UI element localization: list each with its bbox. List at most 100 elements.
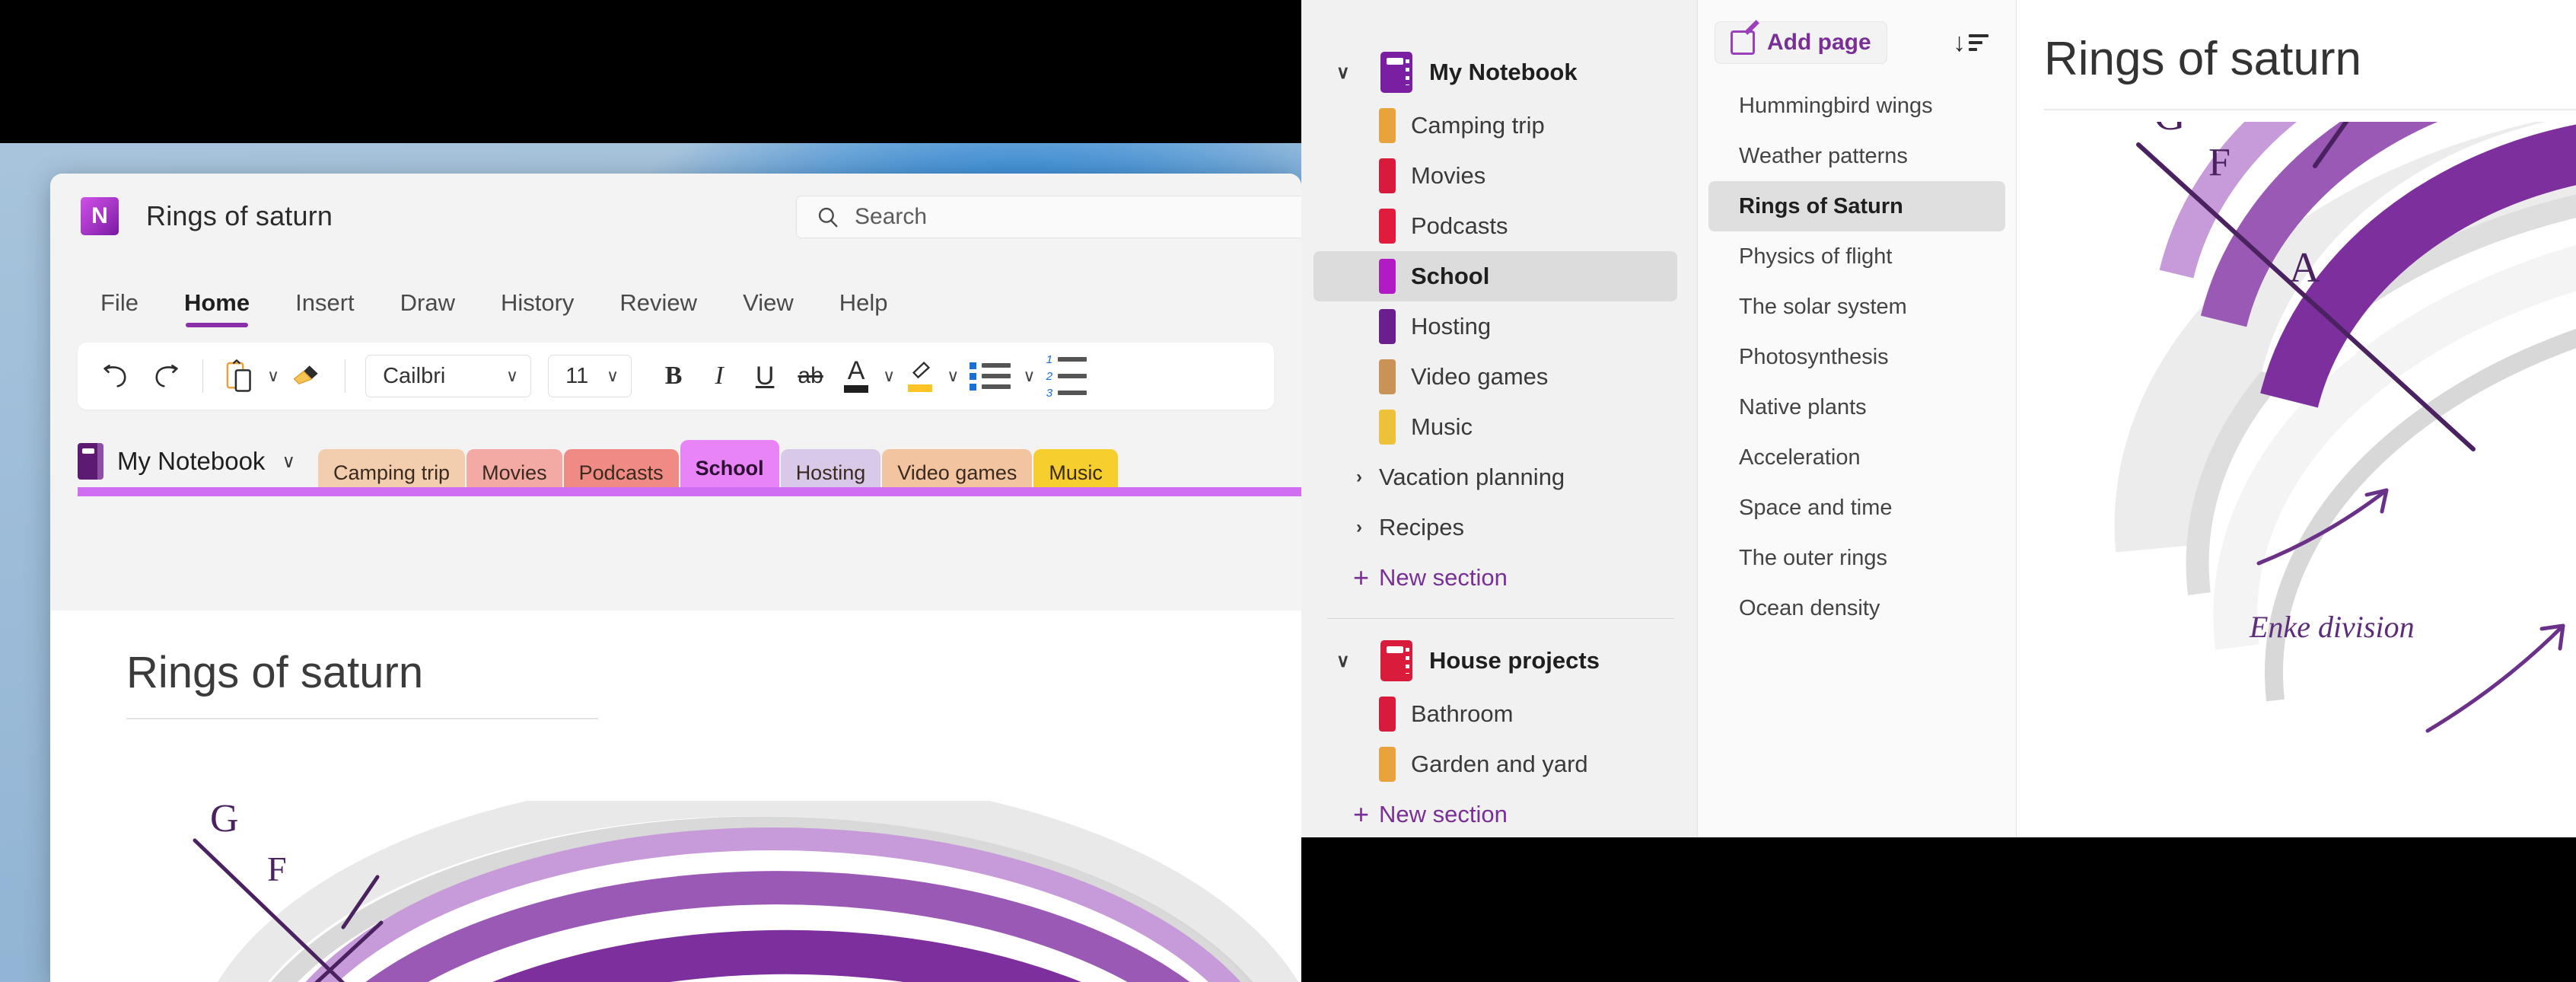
document-title: Rings of saturn xyxy=(146,200,333,231)
sidebar-item-garden-and-yard[interactable]: Garden and yard xyxy=(1313,739,1677,789)
ribbon-tab-draw[interactable]: Draw xyxy=(400,289,455,329)
add-page-label: Add page xyxy=(1767,30,1871,55)
sidebar-group-vacation-planning[interactable]: › Vacation planning xyxy=(1313,452,1677,502)
strikethrough-button[interactable]: ab xyxy=(790,353,831,399)
page-canvas[interactable]: Rings of saturn G F xyxy=(50,611,1301,982)
sidebar-item-label: Podcasts xyxy=(1411,212,1508,239)
bullet-list-chevron-down-icon[interactable]: ∨ xyxy=(1023,366,1035,386)
page-content-pane[interactable]: Rings of saturn F A Enke division xyxy=(2017,0,2576,837)
ribbon-tab-file[interactable]: File xyxy=(100,289,139,329)
page-list-pane: Add page ↓ Hummingbird wings Weather pat… xyxy=(1697,0,2017,837)
notebook-chevron-down-icon: ∨ xyxy=(282,451,296,472)
new-section-label: New section xyxy=(1379,564,1508,591)
search-placeholder: Search xyxy=(855,204,928,229)
saturn-rings-illustration-zoomed: G F A C xyxy=(2114,122,2576,733)
notebook-my-notebook[interactable]: ∨ My Notebook xyxy=(1313,44,1677,100)
undo-button[interactable] xyxy=(94,353,139,399)
sort-descending-icon[interactable]: ↓ xyxy=(1953,30,1989,56)
sidebar-item-school[interactable]: School xyxy=(1313,251,1677,301)
plus-icon: + xyxy=(1353,799,1370,830)
ribbon-tab-review[interactable]: Review xyxy=(619,289,697,329)
onenote-window: N Rings of saturn Search File Home Inser… xyxy=(50,174,1301,982)
page-item-the-solar-system[interactable]: The solar system xyxy=(1708,282,2005,332)
page-item-weather-patterns[interactable]: Weather patterns xyxy=(1708,131,2005,181)
sidebar-group-recipes[interactable]: › Recipes xyxy=(1313,502,1677,553)
section-color-swatch xyxy=(1379,158,1396,193)
ribbon-tab-home[interactable]: Home xyxy=(184,289,250,329)
notebook-navigation-pane: ∨ My Notebook Camping trip Movies Podcas… xyxy=(1301,0,1697,837)
page-item-native-plants[interactable]: Native plants xyxy=(1708,382,2005,432)
notebook-selector[interactable]: My Notebook ∨ xyxy=(78,426,318,496)
ribbon-tab-history[interactable]: History xyxy=(501,289,574,329)
ribbon-command-bar: ∨ Cailbri ∨ 11 ∨ B I U ab A ∨ ∨ ∨ 1 2 3 xyxy=(78,343,1274,410)
page-item-space-and-time[interactable]: Space and time xyxy=(1708,483,2005,533)
sidebar-item-label: Bathroom xyxy=(1411,700,1514,727)
section-color-swatch xyxy=(1379,359,1396,394)
content-title-divider xyxy=(2044,109,2576,110)
content-page-title[interactable]: Rings of saturn xyxy=(2044,32,2576,86)
font-color-swatch xyxy=(844,384,869,393)
sidebar-item-video-games[interactable]: Video games xyxy=(1313,352,1677,402)
highlight-button[interactable] xyxy=(900,353,941,399)
section-color-swatch xyxy=(1379,209,1396,244)
page-list-header: Add page ↓ xyxy=(1698,0,2016,64)
new-section-button-house-projects[interactable]: + New section xyxy=(1313,789,1677,840)
font-family-select[interactable]: Cailbri ∨ xyxy=(365,355,532,397)
paste-button[interactable] xyxy=(218,353,261,399)
add-page-button[interactable]: Add page xyxy=(1715,21,1887,64)
ribbon-tab-insert[interactable]: Insert xyxy=(295,289,355,329)
bullet-list-icon xyxy=(970,362,1011,391)
sidebar-item-bathroom[interactable]: Bathroom xyxy=(1313,689,1677,739)
search-input[interactable]: Search xyxy=(796,196,1301,238)
notebook-icon xyxy=(1380,640,1412,681)
undo-icon xyxy=(103,365,126,387)
ribbon-tab-view[interactable]: View xyxy=(743,289,794,329)
plus-icon: + xyxy=(1353,562,1370,593)
page-item-ocean-density[interactable]: Ocean density xyxy=(1708,583,2005,633)
page-title-divider xyxy=(126,718,598,719)
sidebar-item-music[interactable]: Music xyxy=(1313,402,1677,452)
page-item-acceleration[interactable]: Acceleration xyxy=(1708,432,2005,483)
sidebar-item-label: Garden and yard xyxy=(1411,751,1588,777)
font-color-chevron-down-icon[interactable]: ∨ xyxy=(883,366,895,386)
sidebar-item-podcasts[interactable]: Podcasts xyxy=(1313,201,1677,251)
new-section-button-my-notebook[interactable]: + New section xyxy=(1313,553,1677,603)
ribbon-tab-bar: File Home Insert Draw History Review Vie… xyxy=(50,259,1301,329)
notebook-house-projects[interactable]: ∨ House projects xyxy=(1313,633,1677,689)
redo-button[interactable] xyxy=(143,353,187,399)
page-item-photosynthesis[interactable]: Photosynthesis xyxy=(1708,332,2005,382)
numbered-list-icon: 1 2 3 xyxy=(1046,353,1087,400)
sidebar-item-label: Music xyxy=(1411,413,1473,440)
chevron-down-icon[interactable]: ∨ xyxy=(1336,62,1350,84)
ring-label-f: F xyxy=(267,850,287,888)
page-item-hummingbird-wings[interactable]: Hummingbird wings xyxy=(1708,81,2005,131)
onenote-zoom-panels: ∨ My Notebook Camping trip Movies Podcas… xyxy=(1301,0,2576,837)
ribbon-tab-help[interactable]: Help xyxy=(839,289,888,329)
sidebar-item-movies[interactable]: Movies xyxy=(1313,151,1677,201)
page-item-rings-of-saturn[interactable]: Rings of Saturn xyxy=(1708,181,2005,231)
bullet-list-button[interactable] xyxy=(963,353,1017,399)
font-size-chevron-down-icon: ∨ xyxy=(607,366,619,385)
bottom-black-band xyxy=(1301,837,2576,982)
page-title[interactable]: Rings of saturn xyxy=(126,647,1301,698)
font-size-select[interactable]: 11 ∨ xyxy=(548,355,632,397)
sidebar-item-camping-trip[interactable]: Camping trip xyxy=(1313,100,1677,151)
bold-button[interactable]: B xyxy=(653,353,694,399)
section-tab-bar: My Notebook ∨ Camping trip Movies Podcas… xyxy=(50,426,1301,496)
highlight-chevron-down-icon[interactable]: ∨ xyxy=(947,366,959,386)
notebook-icon xyxy=(78,443,103,480)
page-item-physics-of-flight[interactable]: Physics of flight xyxy=(1708,231,2005,282)
paste-chevron-down-icon[interactable]: ∨ xyxy=(267,366,279,386)
format-painter-button[interactable] xyxy=(284,353,330,399)
notebook-label: House projects xyxy=(1429,647,1600,674)
section-active-underline xyxy=(78,487,1301,496)
chevron-down-icon[interactable]: ∨ xyxy=(1336,650,1350,672)
underline-button[interactable]: U xyxy=(744,353,785,399)
sidebar-item-hosting[interactable]: Hosting xyxy=(1313,301,1677,352)
font-color-button[interactable]: A xyxy=(836,353,877,399)
page-item-the-outer-rings[interactable]: The outer rings xyxy=(1708,533,2005,583)
window-titlebar: N Rings of saturn Search xyxy=(50,174,1301,259)
italic-button[interactable]: I xyxy=(699,353,740,399)
left-composite-pane: N Rings of saturn Search File Home Inser… xyxy=(0,0,1301,982)
numbered-list-button[interactable]: 1 2 3 xyxy=(1040,353,1093,400)
